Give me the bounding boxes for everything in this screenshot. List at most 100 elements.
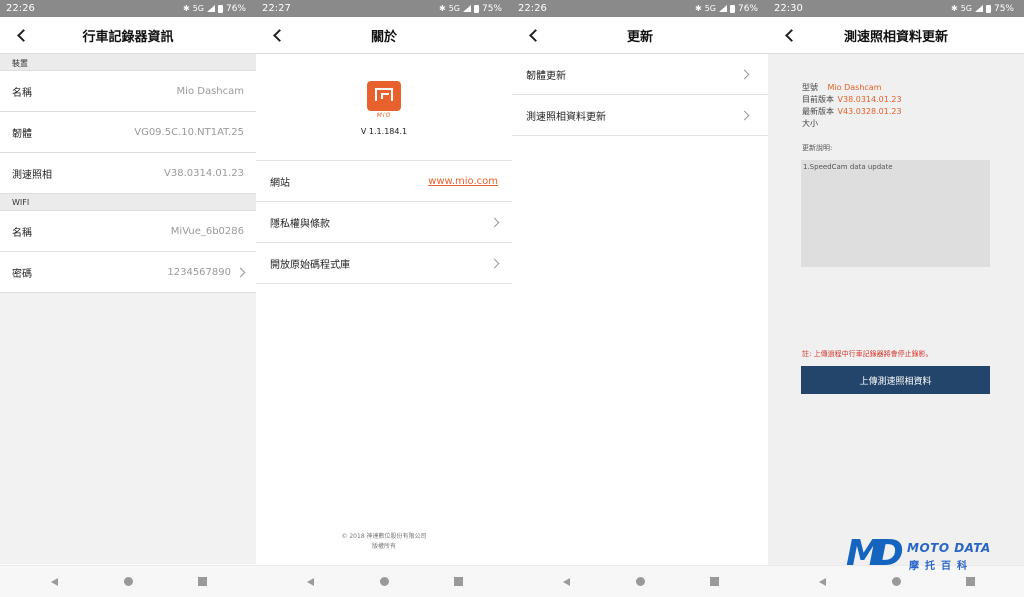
app-header: 行車記錄器資訊 xyxy=(0,17,256,54)
battery-icon xyxy=(217,4,223,13)
network-label: 5G xyxy=(704,3,716,13)
back-icon[interactable] xyxy=(780,25,798,45)
bluetooth-icon: ✱ xyxy=(182,3,190,13)
notes-box: 1.SpeedCam data update xyxy=(801,160,990,267)
row-value: V38.0314.01.23 xyxy=(164,167,244,179)
row-wifi-name: 名稱 MiVue_6b0286 xyxy=(0,211,256,252)
row-label: 測速照相 xyxy=(12,169,52,181)
status-icons: ✱ 5G 75% xyxy=(439,4,502,14)
bluetooth-icon: ✱ xyxy=(438,3,446,13)
nav-recent-button[interactable] xyxy=(165,570,239,594)
copyright-line: © 2018 神達數位股份有限公司 xyxy=(341,533,427,540)
nav-back-button[interactable] xyxy=(17,570,91,594)
chevron-right-icon xyxy=(235,267,246,277)
empty-area xyxy=(0,293,256,564)
row-value: VG09.5C.10.NT1AT.25 xyxy=(134,126,244,138)
row-label: 名稱 xyxy=(12,227,32,239)
mio-logo-icon xyxy=(367,81,401,111)
warning-text: 註: 上傳過程中行車記錄器將會停止錄影。 xyxy=(802,350,933,358)
circle-home-icon xyxy=(635,577,645,586)
status-time: 22:27 xyxy=(262,3,291,14)
row-label: 隱私權與條款 xyxy=(270,218,330,230)
nav-recent-button[interactable] xyxy=(677,570,751,594)
network-label: 5G xyxy=(192,3,204,13)
chevron-right-icon xyxy=(739,69,750,79)
status-time: 22:26 xyxy=(6,3,35,14)
row-firmware: 韌體 VG09.5C.10.NT1AT.25 xyxy=(0,112,256,153)
row-device-name: 名稱 Mio Dashcam xyxy=(0,71,256,112)
back-icon[interactable] xyxy=(12,25,30,45)
back-icon[interactable] xyxy=(268,25,286,45)
row-label: 名稱 xyxy=(12,87,32,99)
nav-bar xyxy=(0,565,256,597)
row-wifi-password[interactable]: 密碼 1234567890 xyxy=(0,252,256,293)
signal-icon xyxy=(206,5,215,12)
upload-speedcam-button[interactable]: 上傳測速照相資料 xyxy=(801,366,990,394)
signal-icon xyxy=(718,5,727,12)
nav-recent-button[interactable] xyxy=(421,570,495,594)
row-speedcam: 測速照相 V38.0314.01.23 xyxy=(0,153,256,194)
circle-home-icon xyxy=(891,577,901,586)
info-label: 目前版本 xyxy=(802,95,834,104)
triangle-back-icon xyxy=(306,577,314,586)
row-speedcam-update[interactable]: 測速照相資料更新 xyxy=(512,95,768,136)
nav-back-button[interactable] xyxy=(529,570,603,594)
update-detail-body: 型號 Mio Dashcam 目前版本 V38.0314.01.23 最新版本 … xyxy=(768,54,1024,565)
app-header: 測速照相資料更新 xyxy=(768,17,1024,54)
dashcam-info-screen: 22:26 ✱ 5G 76% 行車記錄器資訊 裝置 名稱 Mio Dashcam… xyxy=(0,0,256,597)
page-title: 測速照相資料更新 xyxy=(843,29,948,45)
motodata-watermark: MD MOTO DATA 摩托百科 xyxy=(846,536,991,576)
network-label: 5G xyxy=(448,3,460,13)
square-recent-icon xyxy=(197,577,207,586)
app-version: V 1.1.184.1 xyxy=(360,127,408,136)
info-current: 目前版本 V38.0314.01.23 xyxy=(802,94,902,106)
page-title: 行車記錄器資訊 xyxy=(82,29,174,45)
bluetooth-icon: ✱ xyxy=(950,3,958,13)
square-recent-icon xyxy=(709,577,719,586)
nav-home-button[interactable] xyxy=(347,570,421,594)
battery-level: 75% xyxy=(993,3,1014,14)
status-bar: 22:26 ✱ 5G 76% xyxy=(0,0,256,17)
info-size: 大小 xyxy=(802,118,902,130)
battery-level: 76% xyxy=(737,3,758,14)
update-screen: 22:26 ✱ 5G 76% 更新 韌體更新 測速照相資料更新 xyxy=(512,0,768,597)
app-logo-area: MIO V 1.1.184.1 xyxy=(256,54,512,161)
back-icon[interactable] xyxy=(524,25,542,45)
signal-icon xyxy=(974,5,983,12)
battery-icon xyxy=(985,4,991,13)
row-privacy[interactable]: 隱私權與條款 xyxy=(256,202,512,243)
square-recent-icon xyxy=(453,577,463,586)
row-value: 1234567890 xyxy=(167,266,231,278)
copyright-footer: © 2018 神達數位股份有限公司 版權所有 xyxy=(256,532,512,552)
chevron-right-icon xyxy=(739,110,750,120)
network-label: 5G xyxy=(960,3,972,13)
about-screen: 22:27 ✱ 5G 75% 關於 MIO V 1.1.184.1 網站 www… xyxy=(256,0,512,597)
info-latest: 最新版本 V43.0328.01.23 xyxy=(802,106,902,118)
watermark-brand: MOTO DATA xyxy=(907,541,991,555)
status-icons: ✱ 5G 76% xyxy=(183,4,246,14)
nav-back-button[interactable] xyxy=(273,570,347,594)
info-label: 大小 xyxy=(802,119,818,128)
square-recent-icon xyxy=(965,577,975,586)
row-label: 韌體 xyxy=(12,128,32,140)
app-header: 更新 xyxy=(512,17,768,54)
bluetooth-icon: ✱ xyxy=(694,3,702,13)
status-bar: 22:30 ✱ 5G 75% xyxy=(768,0,1024,17)
info-label: 最新版本 xyxy=(802,107,834,116)
version-info: 型號 Mio Dashcam 目前版本 V38.0314.01.23 最新版本 … xyxy=(802,82,902,130)
row-label: 密碼 xyxy=(12,268,32,280)
speedcam-update-screen: 22:30 ✱ 5G 75% 測速照相資料更新 型號 Mio Dashcam 目… xyxy=(768,0,1024,597)
nav-home-button[interactable] xyxy=(91,570,165,594)
nav-bar xyxy=(256,565,512,597)
battery-level: 75% xyxy=(481,3,502,14)
website-link[interactable]: www.mio.com xyxy=(428,176,498,187)
row-firmware-update[interactable]: 韌體更新 xyxy=(512,54,768,95)
signal-icon xyxy=(462,5,471,12)
nav-home-button[interactable] xyxy=(603,570,677,594)
watermark-logo-icon: MD xyxy=(846,533,904,574)
row-value: MiVue_6b0286 xyxy=(170,225,244,237)
row-open-source[interactable]: 開放原始碼程式庫 xyxy=(256,243,512,284)
row-label: 測速照相資料更新 xyxy=(526,111,606,123)
status-icons: ✱ 5G 75% xyxy=(951,4,1014,14)
row-value: Mio Dashcam xyxy=(176,85,244,97)
